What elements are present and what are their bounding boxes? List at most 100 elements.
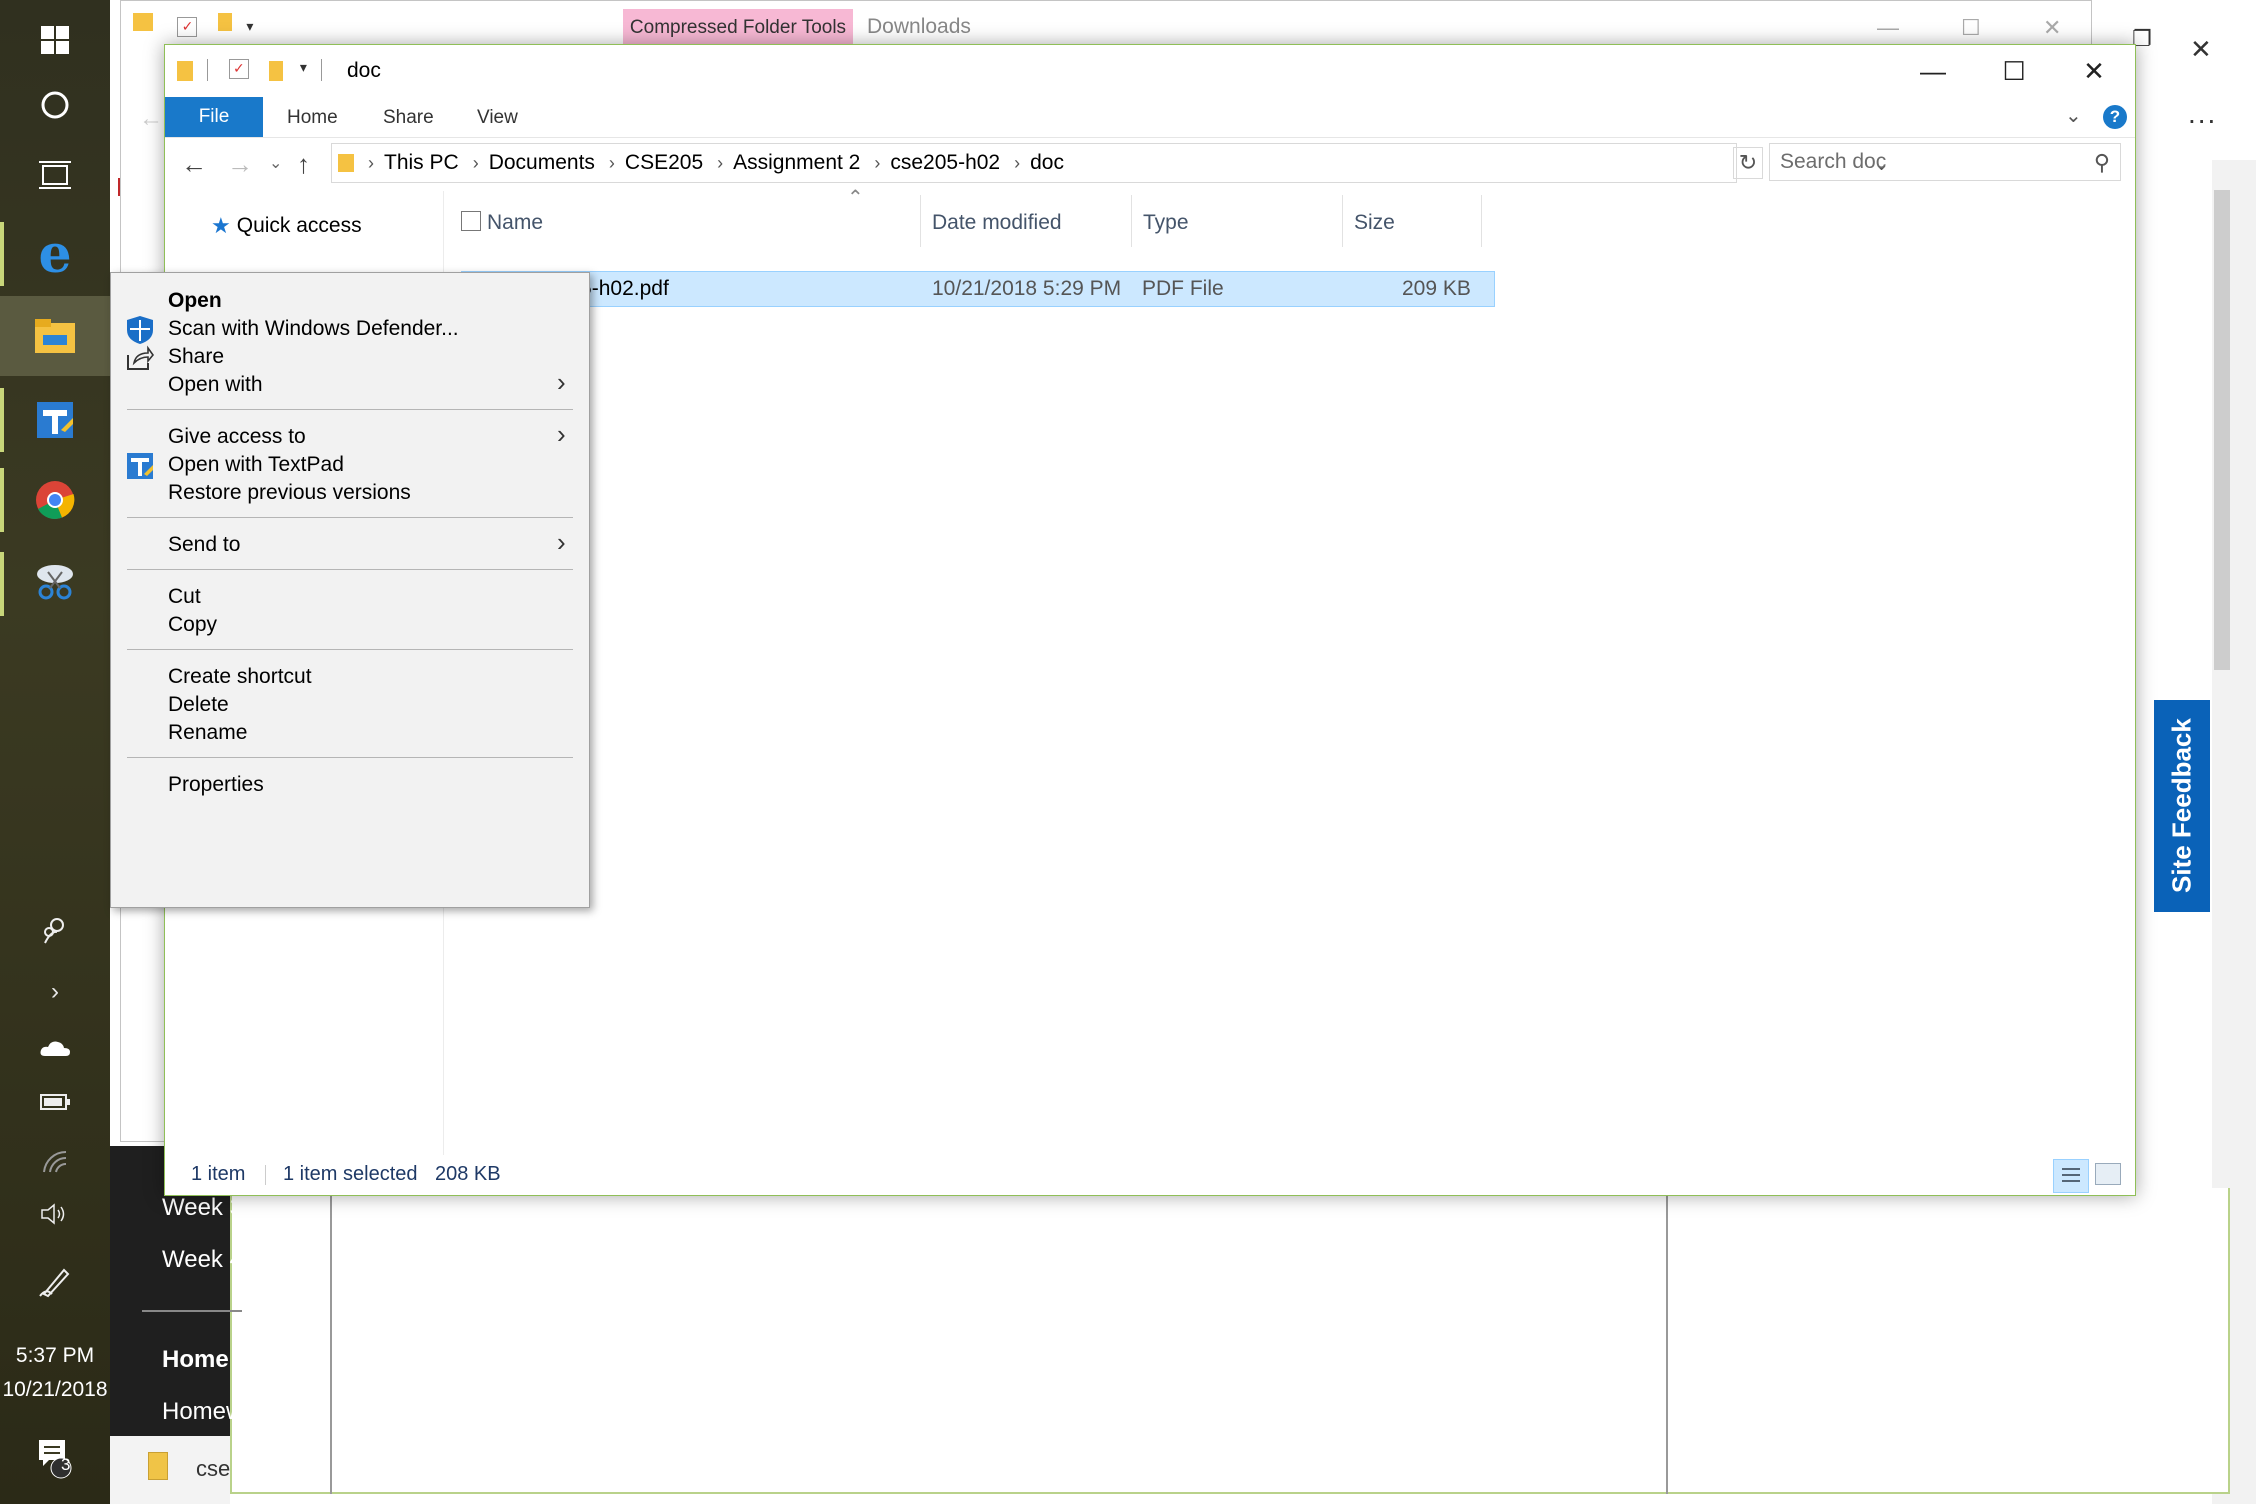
tab-share[interactable]: Share <box>383 107 434 129</box>
menu-item-give-access[interactable]: Give access to <box>168 425 306 449</box>
action-center-icon[interactable]: 3 <box>0 1436 110 1480</box>
browser-more-button[interactable]: ... <box>2188 98 2217 130</box>
menu-item-rename[interactable]: Rename <box>168 721 247 745</box>
nav-item-quick-access[interactable]: ★ Quick access <box>211 213 362 239</box>
submenu-chevron-icon: › <box>557 367 566 397</box>
recent-locations-chevron-icon[interactable]: ⌄ <box>269 153 282 173</box>
menu-item-restore-previous-versions[interactable]: Restore previous versions <box>168 481 411 505</box>
close-icon[interactable]: ✕ <box>2059 51 2129 91</box>
properties-icon[interactable]: ✓ <box>228 59 249 79</box>
back-arrow-icon[interactable]: ← <box>181 149 207 180</box>
select-all-checkbox[interactable] <box>461 211 481 231</box>
folder-icon <box>177 61 193 81</box>
chevron-right-icon[interactable]: › <box>609 153 615 174</box>
maximize-icon[interactable]: ☐ <box>1961 15 1981 41</box>
minimize-icon[interactable]: — <box>1877 15 1899 41</box>
search-input[interactable]: Search doc ⚲ <box>1769 143 2121 181</box>
tab-view[interactable]: View <box>477 107 518 129</box>
nav-item-homework[interactable]: Homew <box>162 1398 243 1426</box>
compressed-folder-tools-tab[interactable]: Compressed Folder Tools <box>623 9 853 47</box>
up-arrow-icon[interactable]: ↑ <box>297 149 310 180</box>
column-header-type[interactable]: Type <box>1143 211 1189 235</box>
battery-icon[interactable] <box>0 1094 110 1110</box>
large-icons-view-icon[interactable] <box>2095 1163 2121 1185</box>
menu-item-delete[interactable]: Delete <box>168 693 229 717</box>
menu-item-create-shortcut[interactable]: Create shortcut <box>168 665 312 689</box>
tab-home[interactable]: Home <box>287 107 338 129</box>
maximize-icon[interactable]: ☐ <box>1979 51 2049 91</box>
details-view-icon[interactable] <box>2053 1159 2089 1193</box>
new-folder-icon[interactable] <box>217 13 232 31</box>
nav-heading-home[interactable]: Home <box>162 1346 229 1374</box>
menu-item-properties[interactable]: Properties <box>168 773 264 797</box>
column-divider[interactable] <box>1481 195 1482 247</box>
edge-icon[interactable]: e <box>0 214 110 294</box>
file-explorer-icon[interactable] <box>0 296 110 376</box>
forward-arrow-icon[interactable]: → <box>227 149 253 180</box>
expand-ribbon-chevron-icon[interactable]: ⌄ <box>2065 103 2082 128</box>
task-view-icon[interactable] <box>0 135 110 215</box>
breadcrumb-this-pc[interactable]: This PC <box>384 151 459 175</box>
sort-ascending-caret-icon: ⌃ <box>847 187 864 209</box>
breadcrumb-assignment-2[interactable]: Assignment 2 <box>733 151 860 175</box>
chrome-icon[interactable] <box>0 460 110 540</box>
minimize-icon[interactable]: — <box>1898 51 1968 91</box>
cortana-icon[interactable] <box>0 65 110 145</box>
pen-icon[interactable] <box>0 1264 110 1298</box>
customize-toolbar-icon[interactable]: ▾ <box>246 18 253 35</box>
menu-item-share[interactable]: Share <box>168 345 224 369</box>
people-icon[interactable] <box>0 916 110 944</box>
wifi-icon[interactable] <box>0 1150 110 1174</box>
column-header-size[interactable]: Size <box>1354 211 1395 235</box>
column-divider[interactable] <box>1342 195 1343 247</box>
breadcrumb-cse205-h02[interactable]: cse205-h02 <box>890 151 1000 175</box>
refresh-icon[interactable]: ↻ <box>1733 147 1763 179</box>
tab-file[interactable]: File <box>165 97 263 137</box>
search-icon[interactable]: ⚲ <box>2094 150 2110 176</box>
nav-item-week-3[interactable]: Week 3 <box>162 1194 243 1222</box>
textpad-icon[interactable] <box>0 380 110 460</box>
volume-icon[interactable] <box>0 1202 110 1226</box>
column-header-date-modified[interactable]: Date modified <box>932 211 1062 235</box>
menu-item-open-with[interactable]: Open with <box>168 373 263 397</box>
file-row[interactable]: ✓ e cse205-h02.pdf 10/21/2018 5:29 PM PD… <box>461 271 1495 307</box>
column-divider[interactable] <box>920 195 921 247</box>
customize-toolbar-icon[interactable]: ▾ <box>300 59 307 76</box>
browser-scroll-thumb[interactable] <box>2214 190 2230 670</box>
back-arrow-icon[interactable]: ← <box>139 105 163 133</box>
menu-item-open-with-textpad[interactable]: Open with TextPad <box>168 453 344 477</box>
chevron-right-icon[interactable]: › <box>368 153 374 174</box>
window-title: doc <box>347 59 381 82</box>
breadcrumb-documents[interactable]: Documents <box>489 151 595 175</box>
menu-item-open[interactable]: Open <box>168 289 222 313</box>
new-folder-icon[interactable] <box>269 61 284 81</box>
close-icon[interactable]: ✕ <box>2043 15 2061 41</box>
onedrive-icon[interactable] <box>0 1038 110 1058</box>
snipping-tool-icon[interactable] <box>0 542 110 622</box>
folder-download-icon[interactable] <box>133 13 153 31</box>
download-item-label[interactable]: cse <box>196 1456 230 1482</box>
properties-icon[interactable]: ✓ <box>177 17 198 37</box>
chevron-right-icon[interactable]: › <box>473 153 479 174</box>
clock-date[interactable]: 10/21/2018 <box>0 1378 110 1402</box>
site-feedback-button[interactable]: Site Feedback <box>2154 700 2210 912</box>
breadcrumb-cse205[interactable]: CSE205 <box>625 151 703 175</box>
chevron-right-icon[interactable]: › <box>717 153 723 174</box>
menu-item-copy[interactable]: Copy <box>168 613 217 637</box>
column-header-name[interactable]: Name <box>487 211 543 235</box>
breadcrumb-doc[interactable]: doc <box>1030 151 1064 175</box>
clock-time[interactable]: 5:37 PM <box>0 1344 110 1368</box>
help-icon[interactable]: ? <box>2103 105 2127 129</box>
chevron-right-icon[interactable]: › <box>874 153 880 174</box>
show-hidden-icons-icon[interactable]: › <box>0 978 110 1006</box>
browser-close-icon[interactable]: ✕ <box>2190 34 2212 65</box>
address-bar[interactable]: › This PC › Documents › CSE205 › Assignm… <box>331 143 1889 183</box>
menu-item-scan-defender[interactable]: Scan with Windows Defender... <box>168 317 459 341</box>
address-row: ← → ⌄ ↑ › This PC › Documents › CSE205 ›… <box>165 141 2135 187</box>
menu-item-cut[interactable]: Cut <box>168 585 201 609</box>
chevron-right-icon[interactable]: › <box>1014 153 1020 174</box>
nav-item-week-4[interactable]: Week 4 <box>162 1246 243 1274</box>
column-divider[interactable] <box>1131 195 1132 247</box>
menu-item-send-to[interactable]: Send to <box>168 533 240 557</box>
notification-count: 3 <box>61 1455 71 1474</box>
